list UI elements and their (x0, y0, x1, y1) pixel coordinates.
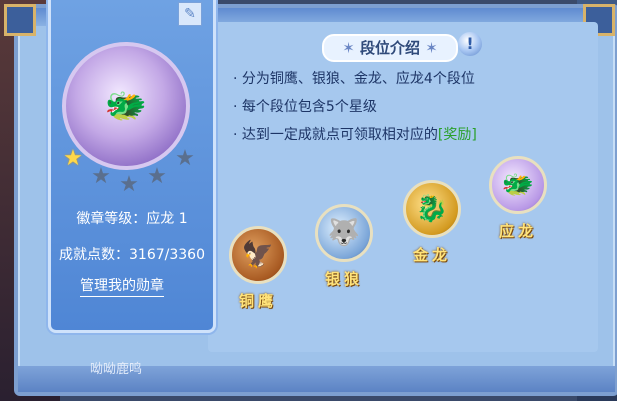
info-bullet: · 每个段位包含5个星级 (233, 99, 377, 115)
badge-level-label: 徽章等级：应龙 1 (76, 211, 188, 227)
rank-label: 银狼 (324, 270, 363, 288)
star-icon: ★ (119, 172, 139, 197)
reward-link[interactable]: [奖励] (438, 127, 477, 143)
info-icon[interactable]: ! (458, 32, 482, 56)
wolf-icon: 🐺 (315, 204, 373, 262)
info-bullet: · 分为铜鹰、银狼、金龙、应龙4个段位 (233, 71, 475, 87)
rank-gold-dragon[interactable]: 🐉 金龙 (396, 180, 468, 265)
background-bottom-text: 呦呦鹿鸣 (90, 362, 143, 377)
rank-label: 金龙 (412, 246, 451, 264)
manage-badges-link[interactable]: 管理我的勋章 (80, 275, 164, 297)
rank-intro-title: ✶ 段位介绍 ✶ (322, 34, 458, 62)
frame-corner-ornament (4, 4, 36, 36)
info-bullet-text: 每个段位包含5个星级 (241, 99, 377, 115)
info-bullet-text: 达到一定成就点可领取相对应的 (241, 127, 438, 143)
star-icon: ★ (147, 164, 167, 189)
title-deco-icon: ✶ (420, 39, 438, 57)
rank-label: 应龙 (498, 222, 537, 240)
info-bullet: · 达到一定成就点可领取相对应的[奖励] (233, 127, 477, 143)
rank-copper-eagle[interactable]: 🦅 铜鹰 (222, 226, 294, 311)
eagle-icon: 🦅 (229, 226, 287, 284)
rank-label: 铜鹰 (238, 292, 277, 310)
rank-ying-dragon[interactable]: 🐲 应龙 (482, 156, 554, 241)
rank-silver-wolf[interactable]: 🐺 银狼 (308, 204, 380, 289)
ying-dragon-icon: 🐲 (489, 156, 547, 214)
edit-icon[interactable]: ✎ (178, 2, 202, 26)
star-icon: ★ (63, 146, 83, 171)
star-icon: ★ (91, 164, 111, 189)
info-bullet-text: 分为铜鹰、银狼、金龙、应龙4个段位 (241, 71, 475, 87)
ying-dragon-icon: 🐲 (104, 86, 148, 126)
title-deco-icon: ✶ (342, 39, 360, 57)
star-icon: ★ (175, 146, 195, 171)
achievement-points-label: 成就点数：3167/3360 (59, 247, 205, 263)
rank-intro-title-text: 段位介绍 (359, 39, 420, 57)
gold-dragon-icon: 🐉 (403, 180, 461, 238)
